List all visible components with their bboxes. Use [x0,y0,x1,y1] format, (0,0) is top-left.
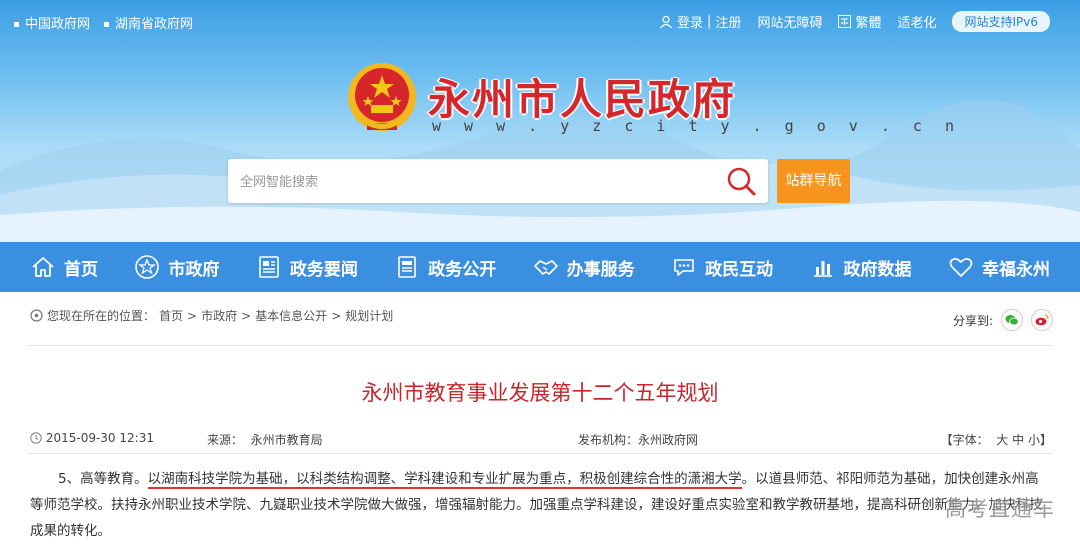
share-label: 分享到: [952,313,993,328]
handshake-icon [533,260,558,275]
ipv6-badge[interactable]: 网站支持IPv6 [952,11,1050,32]
search-bar [228,159,768,203]
underlined-highlight: 以湖南科技学院为基础，以科类结构调整、学科建设和专业扩展为重点，积极创建综合性的… [147,471,742,489]
traditional-chinese-link[interactable]: 繁體 [838,12,881,31]
search-icon[interactable] [724,165,758,197]
location-icon [30,309,43,322]
chat-icon [674,259,694,276]
breadcrumb: 您现在所在的位置： 首页 > 市政府 > 基本信息公开 > 规划计划 [30,307,393,324]
breadcrumb-plans[interactable]: 规划计划 [345,307,393,324]
breadcrumb-basic-info[interactable]: 基本信息公开 [255,307,327,324]
login-link[interactable]: 登录 [677,12,703,31]
main-nav: 首页 市政府 政务要闻 政务公开 办事服务 政民互动 政府数据 幸福永州 [0,242,1080,292]
font-medium-button[interactable]: 中 [1012,433,1024,447]
font-small-button[interactable]: 小 [1028,433,1040,447]
share-bar: 分享到: [953,309,1053,331]
top-left-links: 中国政府网 湖南省政府网 [14,13,193,32]
divider [28,345,1052,346]
bar-chart-icon [813,261,832,277]
news-icon [259,256,279,278]
breadcrumb-sep: > [331,308,342,323]
font-large-button[interactable]: 大 [996,433,1008,447]
star-icon [135,255,160,279]
accessibility-link[interactable]: 网站无障碍 [757,12,822,31]
heart-icon [949,258,973,277]
nav-item-news[interactable]: 政务要闻 [256,242,358,292]
nav-item-city-gov[interactable]: 市政府 [134,242,219,292]
meta-divider [28,453,1052,454]
font-size-control: 【字体： 大 中 小】 [940,433,1052,447]
search-input[interactable] [228,159,688,203]
top-right-tools: 登录 | 注册 网站无障碍 繁體 适老化 网站支持IPv6 [659,11,1050,32]
watermark: 高考直通车 [945,497,1055,521]
nav-item-home[interactable]: 首页 [30,242,98,292]
nav-item-gov-data[interactable]: 政府数据 [810,242,912,292]
clock-icon [30,432,42,444]
nav-item-interaction[interactable]: 政民互动 [671,242,773,292]
home-icon [32,257,54,277]
nav-item-gov-affairs-open[interactable]: 政务公开 [394,242,496,292]
register-link[interactable]: 注册 [715,12,741,31]
elderly-mode-link[interactable]: 适老化 [897,12,936,31]
nav-item-happy-yongzhou[interactable]: 幸福永州 [948,242,1050,292]
national-emblem-logo [348,63,416,131]
login-separator: | [707,14,712,29]
breadcrumb-sep: > [241,308,252,323]
site-url: w w w . y z c i t y . g o v . c n [432,117,962,135]
breadcrumb-city-gov[interactable]: 市政府 [201,307,237,324]
source: 来源： 永州市教育局 [207,433,323,447]
nav-item-services[interactable]: 办事服务 [533,242,635,292]
wechat-icon[interactable] [1001,309,1023,331]
login-register: 登录 | 注册 [659,12,741,31]
document-icon [398,256,417,278]
breadcrumb-home[interactable]: 首页 [159,307,183,324]
publish-date: 2015-09-30 12:31 [30,431,154,445]
breadcrumb-prefix: 您现在所在的位置： [47,309,156,323]
traditional-icon [838,15,852,28]
publisher: 发布机构：永州政府网 [578,433,699,447]
breadcrumb-sep: > [187,308,198,323]
article-title: 永州市教育事业发展第十二个五年规划 [361,381,719,405]
site-header: 中国政府网 湖南省政府网 登录 | 注册 网站无障碍 繁體 适老化 网站支持IP… [0,0,1080,242]
article-paragraph: 5、高等教育。以湖南科技学院为基础，以科类结构调整、学科建设和专业扩展为重点，积… [30,471,1043,539]
weibo-icon[interactable] [1031,309,1053,331]
article-body: 5、高等教育。以湖南科技学院为基础，以科类结构调整、学科建设和专业扩展为重点，积… [30,466,1052,544]
user-icon [660,15,672,28]
link-china-gov[interactable]: 中国政府网 [14,13,90,32]
link-hunan-gov[interactable]: 湖南省政府网 [104,13,193,32]
site-group-nav-button[interactable]: 站群导航 [777,159,850,203]
